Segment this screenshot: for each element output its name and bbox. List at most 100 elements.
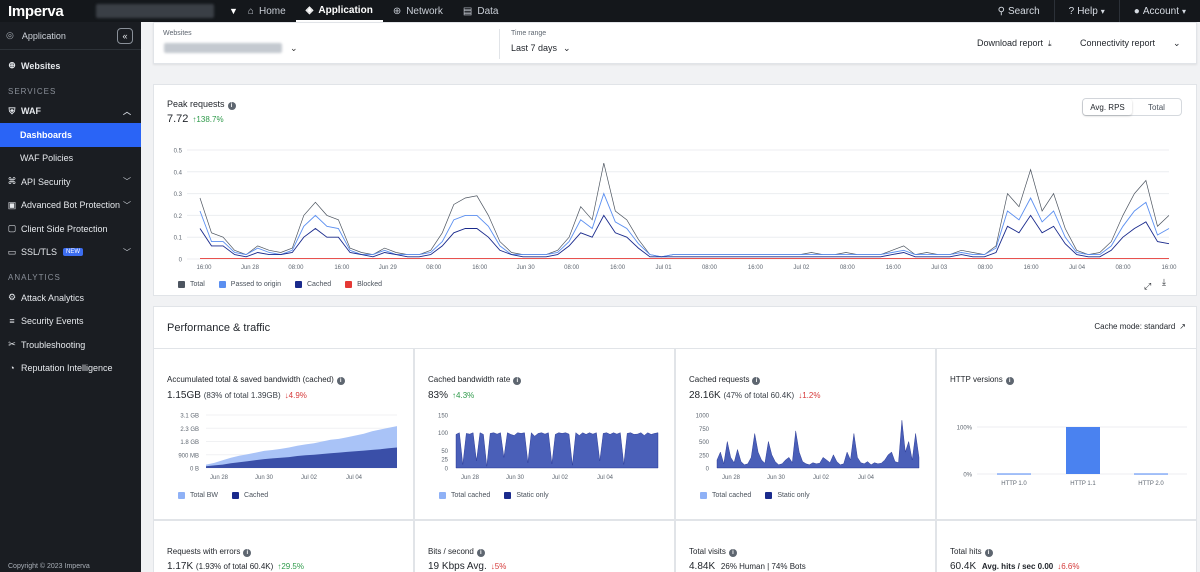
legend-total[interactable]: Total — [178, 281, 205, 288]
errors-value: 1.17K — [167, 561, 194, 572]
legend-total-cached[interactable]: Total cached — [439, 492, 490, 499]
x-tick-label: 16:00 — [196, 265, 212, 271]
legend-total-bw[interactable]: Total BW — [178, 492, 218, 499]
connectivity-report-button[interactable]: Connectivity report ⌄ — [1080, 38, 1181, 49]
visits-value: 4.84K — [689, 561, 716, 572]
api-icon: ⌘ — [7, 176, 17, 187]
home-icon: ⌂ — [247, 5, 254, 17]
card-total-hits: Total hits i 60.4K Avg. hits / sec 0.00 ↓6… — [936, 520, 1197, 572]
cache-mode-link[interactable]: Cache mode: standard ↗ — [1094, 322, 1186, 331]
legend-static-only[interactable]: Static only — [504, 492, 549, 499]
info-icon[interactable]: i — [476, 549, 485, 557]
x-tick-label: Jul 04 — [597, 475, 614, 481]
legend-swatch — [765, 492, 773, 499]
sidebar-item-attack-analytics[interactable]: ⚙ Attack Analytics — [0, 286, 141, 310]
globe-icon: ⊕ — [8, 60, 16, 71]
filter-bar: Websites ⌄ Time range Last 7 days ⌄ Downl… — [153, 22, 1197, 64]
sidebar-item-label: Reputation Intelligence — [21, 363, 113, 374]
legend-cached[interactable]: Cached — [232, 492, 268, 499]
info-icon[interactable]: i — [728, 549, 737, 557]
legend-static-only[interactable]: Static only — [765, 492, 810, 499]
sidebar-item-websites[interactable]: ⊕ Websites — [0, 54, 141, 78]
imperva-logo[interactable]: Imperva — [8, 3, 74, 20]
shield-icon: ⛨ — [8, 105, 16, 116]
x-tick-label: 16:00 — [886, 265, 902, 271]
user-icon: ● — [1133, 5, 1140, 17]
sidebar-item-waf-policies[interactable]: WAF Policies — [0, 147, 141, 171]
sidebar-item-ssl-tls[interactable]: ▭ SSL/TLS NEW ﹀ — [0, 241, 141, 265]
x-tick-label: Jun 30 — [517, 265, 536, 271]
download-report-label: Download report — [977, 38, 1044, 48]
sidebar-app-header: ◎ Application « — [0, 22, 141, 50]
legend-label: Cached — [244, 492, 269, 499]
tab-application[interactable]: ◈ Application — [295, 0, 383, 22]
reputation-icon: ◔ — [9, 363, 15, 374]
legend-label: Total cached — [451, 492, 491, 499]
card-bits-per-second: Bits / second i 19 Kbps Avg. ↓5% — [414, 520, 675, 572]
sidebar-item-reputation[interactable]: ◔ Reputation Intelligence — [0, 357, 141, 381]
sidebar-item-troubleshooting[interactable]: ✂ Troubleshooting — [0, 333, 141, 357]
info-icon[interactable]: i — [243, 549, 252, 557]
top-right-actions: ⚲ Search ? Help ▾ ● Account ▾ — [984, 0, 1200, 22]
download-report-button[interactable]: Download report ⤓ — [977, 38, 1052, 49]
x-tick-label: 16:00 — [1161, 265, 1177, 271]
search-button[interactable]: ⚲ Search — [984, 0, 1054, 22]
chevron-down-icon: ﹀ — [123, 200, 131, 210]
sidebar-item-label: Attack Analytics — [21, 292, 85, 303]
area-static-only — [716, 420, 920, 469]
bot-icon: ▣ — [7, 199, 17, 210]
application-icon: ◎ — [6, 30, 14, 40]
account-selector[interactable] — [96, 4, 214, 18]
account-menu-caret-icon: ▾ — [1181, 6, 1186, 16]
double-chevron-left-icon: « — [122, 30, 128, 41]
events-icon: ≡ — [9, 316, 15, 327]
hits-change: ↓6.6% — [1057, 562, 1080, 571]
y-tick-label: 0.2 — [174, 214, 183, 220]
legend-label: Static only — [516, 492, 549, 499]
card-title: Total visits i — [689, 547, 737, 557]
tab-network[interactable]: ⊕ Network — [383, 0, 453, 22]
legend-total-cached[interactable]: Total cached — [700, 492, 751, 499]
sidebar-item-dashboards[interactable]: Dashboards — [0, 123, 141, 147]
sidebar-item-label: WAF Policies — [20, 153, 74, 164]
connectivity-report-label: Connectivity report — [1080, 38, 1156, 48]
sidebar-item-api-security[interactable]: ⌘ API Security ﹀ — [0, 170, 141, 194]
card-requests-with-errors: Requests with errors i 1.17K (1.93% of to… — [153, 520, 414, 572]
tab-home[interactable]: ⌂ Home — [238, 0, 296, 22]
website-chevron-down-icon[interactable]: ⌄ — [290, 43, 298, 54]
download-icon: ⤓ — [1048, 39, 1052, 48]
x-tick-label: Jul 04 — [346, 475, 363, 481]
legend-swatch — [439, 492, 446, 499]
legend-cached[interactable]: Cached — [295, 281, 331, 288]
time-range-select[interactable]: Last 7 days ⌄ — [511, 43, 571, 54]
collapse-sidebar-button[interactable]: « — [117, 27, 133, 44]
help-button[interactable]: ? Help ▾ — [1053, 0, 1119, 22]
y-tick-label: 25 — [441, 458, 448, 464]
x-tick-label: HTTP 2.0 — [1138, 481, 1164, 487]
sidebar-item-label: API Security — [21, 176, 71, 187]
errors-sub: (1.93% of total 60.4K) — [195, 562, 274, 571]
website-selector[interactable] — [164, 43, 282, 53]
info-icon[interactable]: i — [984, 549, 993, 557]
performance-header: Performance & traffic Cache mode: standa… — [153, 306, 1197, 348]
bar-http-2-0 — [1134, 473, 1168, 475]
sidebar-item-security-events[interactable]: ≡ Security Events — [0, 310, 141, 334]
help-caret-icon: ▾ — [1100, 6, 1105, 16]
legend-blocked[interactable]: Blocked — [345, 281, 382, 288]
bits-value: 19 Kbps Avg. — [428, 561, 487, 572]
account-button[interactable]: ● Account ▾ — [1118, 0, 1200, 22]
x-tick-label: Jul 02 — [813, 475, 830, 481]
search-icon: ⚲ — [997, 5, 1005, 17]
tab-data[interactable]: ▤ Data — [453, 0, 509, 22]
account-caret-icon[interactable]: ▼ — [229, 6, 238, 16]
peak-requests-panel: Peak requests i 7.72 ↑138.7% Avg. RPS Tota… — [153, 84, 1197, 296]
sidebar-item-waf[interactable]: ⛨ WAF ︿ — [0, 100, 141, 124]
legend-swatch — [504, 492, 512, 499]
card-title-text: Bits / second — [428, 547, 474, 556]
fullscreen-icon[interactable]: ⤢ — [1144, 281, 1151, 292]
card-value: 1.17K (1.93% of total 60.4K) ↑29.5% — [167, 561, 304, 572]
download-chart-icon[interactable]: ⤓ — [1162, 277, 1166, 288]
legend-passed[interactable]: Passed to origin — [218, 281, 281, 288]
sidebar-item-client-side[interactable]: ▢ Client Side Protection — [0, 217, 141, 241]
sidebar-item-bot-protection[interactable]: ▣ Advanced Bot Protection ﹀ — [0, 194, 141, 218]
